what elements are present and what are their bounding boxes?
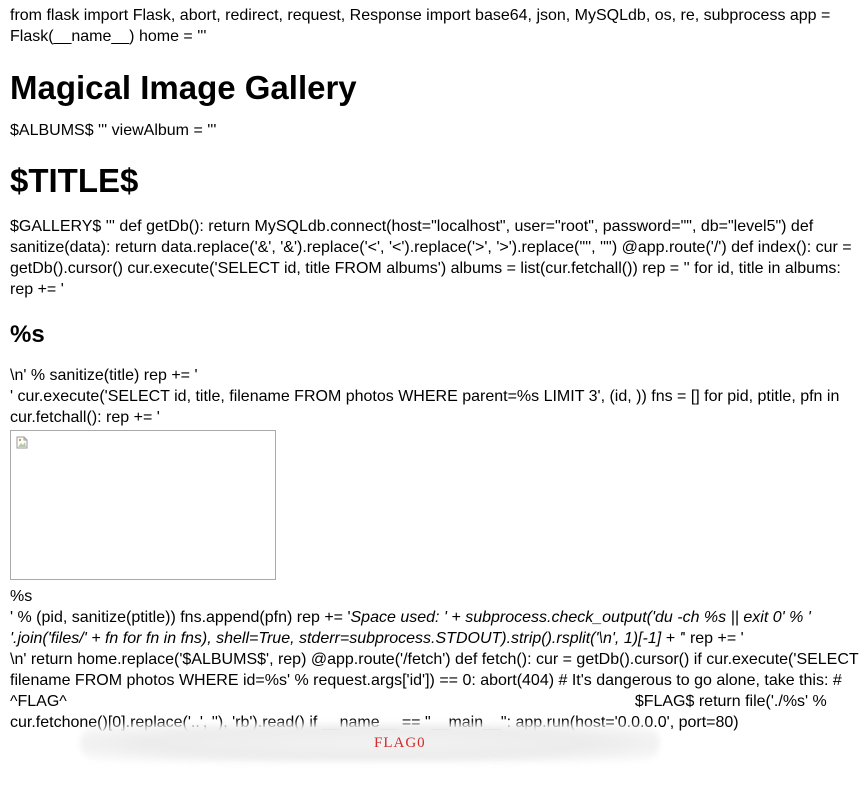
flag-start-marker: ^FLAG^ [10, 693, 67, 710]
source-text-photos-query: ' cur.execute('SELECT id, title, filenam… [10, 388, 840, 426]
source-text-albums: $ALBUMS$ ''' viewAlbum = ''' [10, 122, 217, 139]
title-placeholder-heading: $TITLE$ [10, 162, 139, 199]
gallery-heading: Magical Image Gallery [10, 69, 357, 106]
broken-image-icon [16, 436, 28, 449]
redaction-label: FLAG0 [374, 735, 426, 751]
photo-title-placeholder: %s [10, 588, 33, 605]
source-text-fetch-route: \n' return home.replace('$ALBUMS$', rep)… [10, 651, 859, 689]
source-text-rep-append: ' rep += ' [682, 630, 744, 647]
redaction-blur [80, 724, 660, 762]
source-text-sanitize: \n' % sanitize(title) rep += ' [10, 367, 198, 384]
source-text-space-used: ' % (pid, sanitize(ptitle)) fns.append(p… [10, 607, 866, 649]
album-title-heading: %s [10, 321, 45, 348]
broken-image-link[interactable] [10, 430, 276, 580]
source-text-imports: from flask import Flask, abort, redirect… [10, 7, 831, 45]
source-text-gallery-code: $GALLERY$ ''' def getDb(): return MySQLd… [10, 218, 852, 298]
page-content: from flask import Flask, abort, redirect… [10, 5, 866, 733]
source-text-fns-append: ' % (pid, sanitize(ptitle)) fns.append(p… [10, 609, 351, 626]
